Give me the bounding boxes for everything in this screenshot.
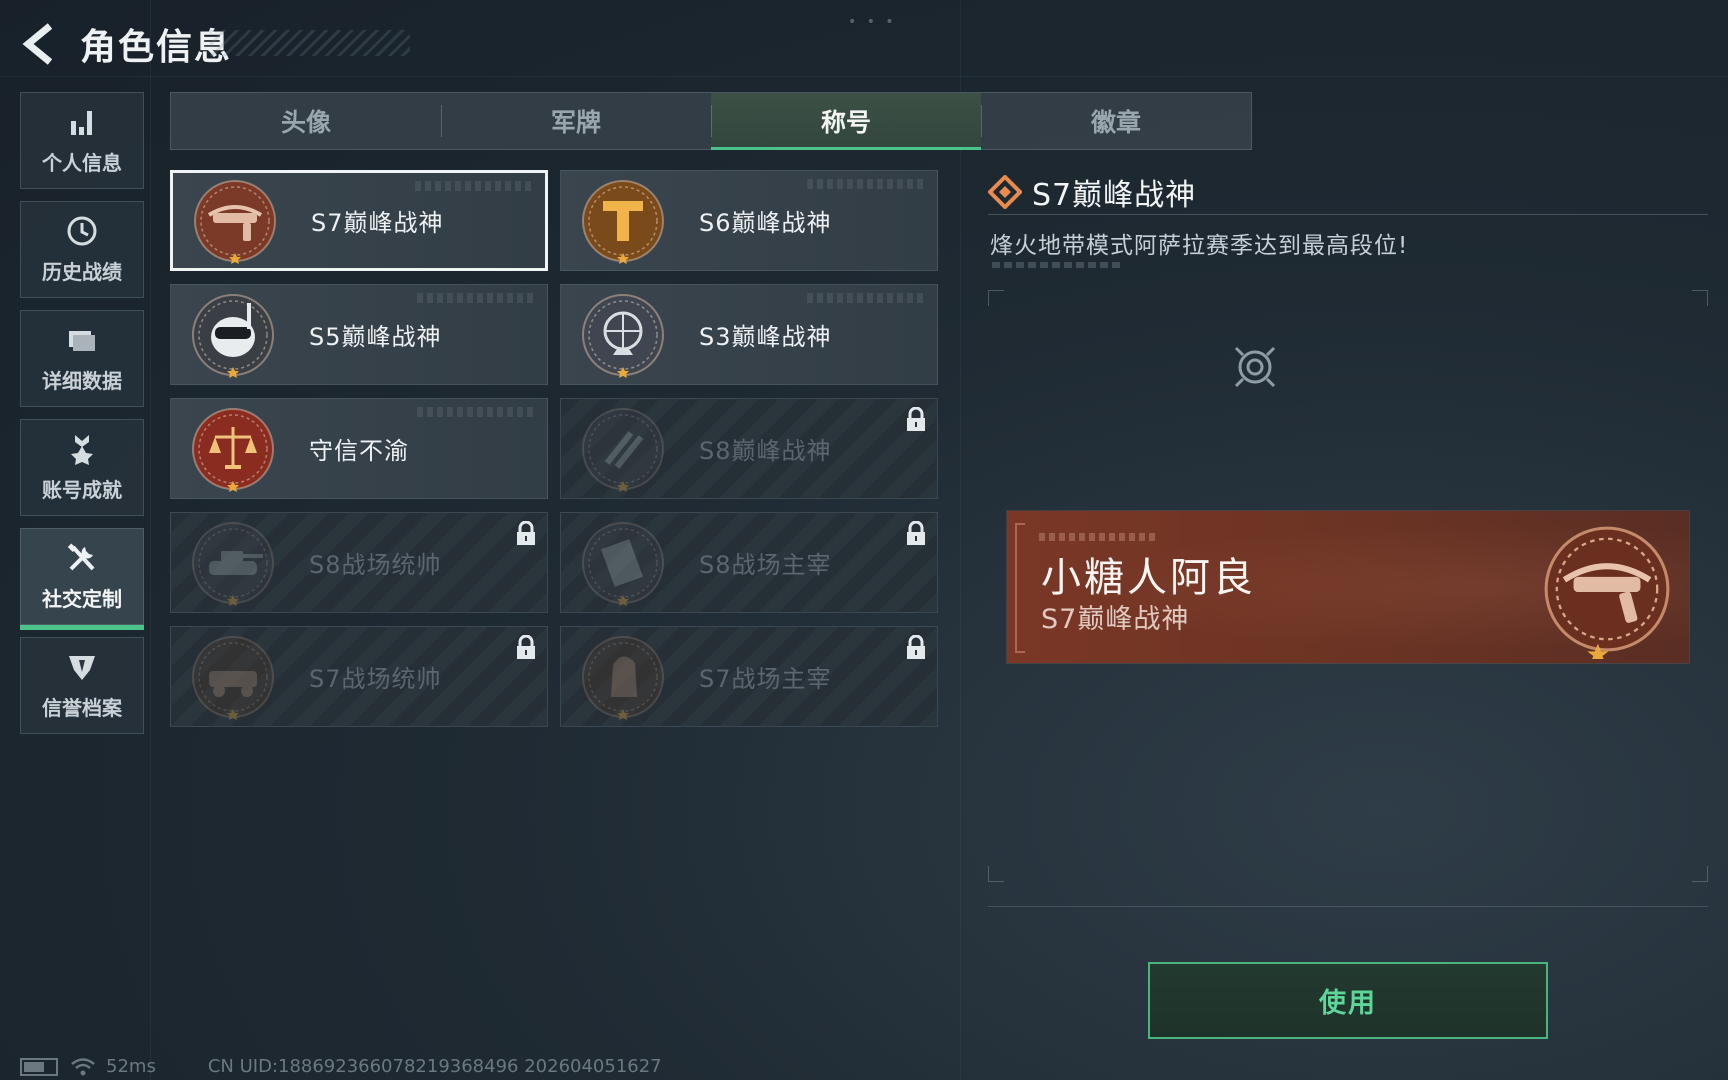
diamond-icon [988, 175, 1022, 209]
divider [988, 906, 1708, 907]
tank-badge-icon [187, 517, 279, 609]
lock-icon [517, 521, 535, 545]
back-arrow-icon[interactable] [20, 22, 58, 66]
sidebar-item-achievements[interactable]: 账号成就 [20, 419, 144, 516]
wifi-icon [71, 1057, 95, 1075]
sidebar-item-history[interactable]: 历史战绩 [20, 201, 144, 298]
sidebar-item-label: 信誉档案 [42, 696, 122, 720]
nameplate-preview: 小糖人阿良 S7巅峰战神 [1007, 511, 1689, 663]
card-decoration [417, 407, 537, 417]
sidebar-item-credit[interactable]: 信誉档案 [20, 637, 144, 734]
card-decoration [415, 181, 535, 191]
detail-title: S7巅峰战神 [1032, 178, 1197, 213]
title-card-name: S6巅峰战神 [699, 209, 832, 237]
sidebar-item-details[interactable]: 详细数据 [20, 310, 144, 407]
detail-description: 烽火地带模式阿萨拉赛季达到最高段位! [990, 233, 1409, 259]
tools-icon [67, 543, 95, 571]
medal-icon [71, 435, 93, 465]
crossbow-badge-icon [189, 175, 281, 267]
history-icon [67, 216, 97, 246]
title-card[interactable]: 守信不渝 [170, 398, 548, 499]
card-decoration [417, 293, 537, 303]
vehicle-badge-icon [187, 631, 279, 723]
status-bar: 52ms CN UID:188692366078219368496 202604… [20, 1056, 662, 1077]
header-decoration [210, 30, 410, 56]
use-button-label: 使用 [1319, 988, 1377, 1019]
lock-icon [907, 635, 925, 659]
lock-icon [907, 407, 925, 431]
bar-chart-icon [71, 111, 92, 135]
title-card-name: S5巅峰战神 [309, 323, 442, 351]
title-card[interactable]: S8战场主宰 [560, 512, 938, 613]
divider [988, 214, 1708, 215]
globe-badge-icon [577, 289, 669, 381]
sidebar-item-label: 社交定制 [42, 587, 122, 611]
sidebar-item-label: 个人信息 [42, 151, 122, 175]
category-tabs: 头像 军牌 称号 徽章 [170, 92, 1252, 150]
card-decoration [807, 293, 927, 303]
building-badge-icon [577, 517, 669, 609]
t-emblem-badge-icon [577, 175, 669, 267]
lock-icon [907, 521, 925, 545]
crossbow-badge-icon [1544, 526, 1670, 659]
title-card[interactable]: S7巅峰战神 [170, 170, 548, 271]
page-header: 角色信息 [20, 20, 232, 68]
shield-icon [69, 656, 95, 680]
folder-icon [69, 331, 95, 351]
title-grid: S7巅峰战神 S6巅峰战神 S5巅峰战神 S3巅峰战神守信不渝 S8巅峰战神 S8战场统帅… [170, 170, 938, 727]
nameplate-code-decoration [1039, 533, 1159, 541]
user-uid: CN UID:188692366078219368496 20260405162… [207, 1056, 662, 1077]
player-name: 小糖人阿良 [1041, 555, 1256, 601]
sidebar: 个人信息 历史战绩 详细数据 账号成就 社交定制 信誉档案 [20, 92, 144, 746]
sidebar-item-social[interactable]: 社交定制 [20, 528, 144, 630]
battery-icon [20, 1057, 58, 1076]
title-card[interactable]: S5巅峰战神 [170, 284, 548, 385]
skull-diver-badge-icon [187, 289, 279, 381]
title-card-name: 守信不渝 [309, 437, 409, 465]
detail-header: S7巅峰战神 [988, 170, 1196, 214]
window-handle: • • • [848, 14, 897, 30]
title-card[interactable]: S8巅峰战神 [560, 398, 938, 499]
ping-value: 52ms [106, 1056, 156, 1077]
title-card[interactable]: S6巅峰战神 [560, 170, 938, 271]
tab-title[interactable]: 称号 [711, 93, 981, 150]
sidebar-item-profile[interactable]: 个人信息 [20, 92, 144, 189]
title-card-name: S3巅峰战神 [699, 323, 832, 351]
tab-avatar[interactable]: 头像 [171, 93, 441, 149]
soldier-badge-icon [577, 631, 669, 723]
sidebar-item-label: 历史战绩 [42, 260, 122, 284]
scales-badge-icon [187, 403, 279, 495]
card-decoration [807, 179, 927, 189]
title-card[interactable]: S7战场主宰 [560, 626, 938, 727]
title-card[interactable]: S7战场统帅 [170, 626, 548, 727]
title-card-name: S7战场统帅 [309, 665, 442, 693]
slash-badge-icon [577, 403, 669, 495]
tab-badge[interactable]: 徽章 [981, 93, 1251, 149]
title-card-name: S8战场统帅 [309, 551, 442, 579]
sidebar-item-label: 账号成就 [42, 478, 122, 502]
target-icon[interactable] [1230, 342, 1280, 392]
title-card-name: S8巅峰战神 [699, 437, 832, 465]
description-decoration [992, 262, 1124, 268]
tab-dogtag[interactable]: 军牌 [441, 93, 711, 149]
title-card-name: S7战场主宰 [699, 665, 832, 693]
sidebar-item-label: 详细数据 [42, 369, 122, 393]
lock-icon [517, 635, 535, 659]
title-card[interactable]: S8战场统帅 [170, 512, 548, 613]
title-card[interactable]: S3巅峰战神 [560, 284, 938, 385]
player-title: S7巅峰战神 [1041, 604, 1190, 635]
title-card-name: S8战场主宰 [699, 551, 832, 579]
title-card-name: S7巅峰战神 [311, 209, 444, 237]
use-button[interactable]: 使用 [1148, 962, 1548, 1039]
